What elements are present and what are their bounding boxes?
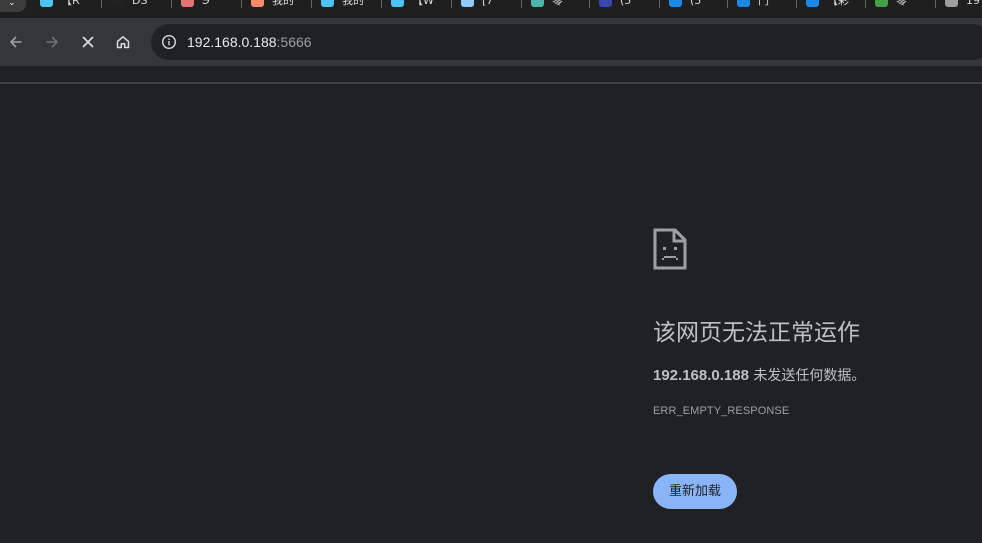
tab-favicon-icon xyxy=(40,0,53,7)
site-info-button[interactable] xyxy=(159,32,179,52)
address-bar[interactable]: 192.168.0.188:5666 xyxy=(151,24,982,60)
error-message: 未发送任何数据。 xyxy=(748,368,866,384)
reload-button[interactable]: 重新加载 xyxy=(653,474,737,509)
tab-separator xyxy=(241,0,242,8)
tab-favicon-icon xyxy=(321,0,334,7)
browser-tab[interactable]: 19 xyxy=(945,0,982,18)
tab-strip: ⌄ 【R DS Э 我的 我的 【W [7 零 (5 (5 门 【彩 零 19 xyxy=(0,0,982,18)
arrow-right-icon xyxy=(46,36,58,48)
tab-separator xyxy=(311,0,312,8)
browser-tab[interactable]: 【R xyxy=(40,0,87,18)
url-host: 192.168.0.188 xyxy=(187,34,277,50)
tab-favicon-icon xyxy=(461,0,474,7)
browser-tab[interactable]: 门 xyxy=(737,0,784,18)
sad-page-icon xyxy=(653,228,687,270)
tab-title: DS xyxy=(132,0,158,6)
tab-separator xyxy=(796,0,797,8)
chevron-down-icon: ⌄ xyxy=(8,0,16,8)
tab-favicon-icon xyxy=(945,0,958,7)
error-host: 192.168.0.188 xyxy=(653,367,749,384)
error-detail: 192.168.0.188 未发送任何数据。 xyxy=(653,366,865,386)
tab-separator xyxy=(171,0,172,8)
browser-tab[interactable]: DS xyxy=(111,0,158,18)
browser-tab[interactable]: Э xyxy=(181,0,228,18)
browser-tab[interactable]: 【W xyxy=(391,0,438,18)
error-code: ERR_EMPTY_RESPONSE xyxy=(653,405,790,417)
browser-tab[interactable]: 【彩 xyxy=(806,0,853,18)
browser-tab[interactable]: (5 xyxy=(599,0,646,18)
tab-separator xyxy=(451,0,452,8)
tab-favicon-icon xyxy=(806,0,819,7)
tab-title: 【彩 xyxy=(827,0,853,6)
browser-tab[interactable]: 我的 xyxy=(251,0,298,18)
tab-title: 【W xyxy=(412,0,438,6)
forward-button[interactable] xyxy=(39,29,65,55)
browser-toolbar: 192.168.0.188:5666 xyxy=(0,18,982,84)
browser-tab[interactable]: 我的 xyxy=(321,0,368,18)
tab-title: 我的 xyxy=(272,0,298,6)
tab-search-button[interactable]: ⌄ xyxy=(0,0,26,12)
tab-favicon-icon xyxy=(181,0,194,7)
tab-title: 门 xyxy=(758,0,784,6)
tab-title: 【R xyxy=(61,0,87,6)
url-port: :5666 xyxy=(276,34,312,50)
tab-separator xyxy=(865,0,866,8)
tab-favicon-icon xyxy=(391,0,404,7)
browser-tab[interactable]: [7 xyxy=(461,0,508,18)
tab-separator xyxy=(659,0,660,8)
tab-separator xyxy=(935,0,936,8)
toolbar-divider xyxy=(0,82,982,84)
tab-favicon-icon xyxy=(111,0,124,7)
tab-title: [7 xyxy=(482,0,508,6)
tab-separator xyxy=(589,0,590,8)
tab-favicon-icon xyxy=(599,0,612,7)
tab-favicon-icon xyxy=(531,0,544,7)
back-button[interactable] xyxy=(3,29,29,55)
tab-title: (5 xyxy=(620,0,646,6)
tab-title: 我的 xyxy=(342,0,368,6)
tab-favicon-icon xyxy=(251,0,264,7)
browser-tab[interactable]: 零 xyxy=(875,0,922,18)
home-button[interactable] xyxy=(110,29,136,55)
address-url[interactable]: 192.168.0.188:5666 xyxy=(187,33,312,51)
error-title: 该网页无法正常运作 xyxy=(653,320,860,346)
tab-separator xyxy=(521,0,522,8)
tab-separator xyxy=(727,0,728,8)
browser-tab[interactable]: (5 xyxy=(669,0,716,18)
browser-tab[interactable]: 零 xyxy=(531,0,578,18)
arrow-left-icon xyxy=(10,36,22,48)
tab-separator xyxy=(101,0,102,8)
tab-separator xyxy=(381,0,382,8)
tab-title: 19 xyxy=(966,0,982,6)
close-icon xyxy=(82,36,94,48)
tab-title: Э xyxy=(202,0,228,6)
home-icon xyxy=(116,36,130,49)
stop-button[interactable] xyxy=(75,29,101,55)
info-icon xyxy=(161,34,177,50)
tab-title: 零 xyxy=(552,0,578,6)
tab-favicon-icon xyxy=(875,0,888,7)
tab-favicon-icon xyxy=(669,0,682,7)
tab-favicon-icon xyxy=(737,0,750,7)
tab-title: (5 xyxy=(690,0,716,6)
tab-title: 零 xyxy=(896,0,922,6)
